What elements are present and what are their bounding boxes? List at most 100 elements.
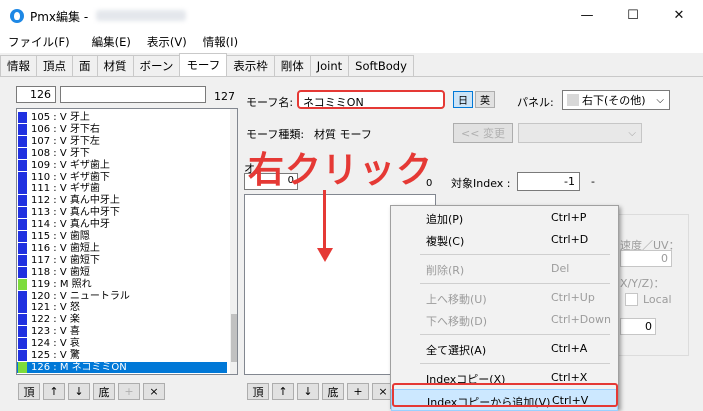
tab-rigid-body[interactable]: 剛体 bbox=[273, 55, 311, 76]
tab-morph[interactable]: モーフ bbox=[179, 53, 228, 76]
move-bottom-button[interactable]: 底 bbox=[93, 383, 115, 400]
morph-name-input[interactable]: ネコミミON bbox=[297, 90, 445, 109]
list-item-label: 108 : V 牙下 bbox=[31, 147, 90, 159]
list-item[interactable]: 115 : V 歯隠 bbox=[17, 231, 227, 242]
list-item-label: 119 : M 照れ bbox=[31, 278, 92, 290]
annotation-arrow-head bbox=[317, 248, 333, 262]
context-menu-item[interactable]: 全て選択(A) Ctrl+A bbox=[391, 338, 618, 360]
morph-type-swatch bbox=[18, 112, 27, 123]
context-menu-item[interactable]: 削除(R) Del bbox=[391, 258, 618, 280]
list-item-label: 116 : V 歯短上 bbox=[31, 242, 100, 254]
menu-item-shortcut: Del bbox=[551, 262, 570, 275]
panel-label: パネル: bbox=[517, 96, 554, 109]
list-item[interactable]: 114 : V 真ん中牙 bbox=[17, 219, 227, 231]
tab-softbody[interactable]: SoftBody bbox=[348, 55, 414, 76]
list-item-label: 122 : V 楽 bbox=[31, 314, 80, 326]
list-item-label: 110 : V ギザ歯下 bbox=[31, 171, 110, 183]
menu-item-label: 削除(R) bbox=[426, 264, 465, 277]
list-item[interactable]: 122 : V 楽 bbox=[17, 314, 227, 326]
move-up-button[interactable]: ↑ bbox=[43, 383, 65, 400]
context-menu-item[interactable]: 上へ移動(U) Ctrl+Up bbox=[391, 287, 618, 309]
context-menu-item[interactable]: 下へ移動(D) Ctrl+Down bbox=[391, 309, 618, 331]
list-item-label: 118 : V 歯短 bbox=[31, 266, 90, 278]
offset-move-up-button[interactable]: ↑ bbox=[272, 383, 294, 400]
add-button[interactable]: + bbox=[118, 383, 140, 400]
index-field[interactable]: 126 bbox=[16, 86, 56, 103]
context-menu-item[interactable]: 複製(C) Ctrl+D bbox=[391, 229, 618, 251]
list-item[interactable]: 121 : V 怒 bbox=[17, 302, 227, 314]
menu-separator bbox=[420, 283, 610, 284]
list-item[interactable]: 120 : V ニュートラル bbox=[17, 290, 227, 302]
list-item[interactable]: 125 : V 驚 bbox=[17, 350, 227, 361]
move-down-button[interactable]: ↓ bbox=[68, 383, 90, 400]
list-item[interactable]: 110 : V ギザ歯下 bbox=[17, 171, 227, 183]
list-item[interactable]: 124 : V 哀 bbox=[17, 338, 227, 350]
list-item-label: 113 : V 真ん中牙下 bbox=[31, 207, 120, 219]
panel-swatch bbox=[567, 94, 579, 106]
tab-material[interactable]: 材質 bbox=[96, 55, 134, 76]
morph-count: 127 bbox=[214, 90, 235, 103]
morph-type-swatch bbox=[18, 338, 27, 350]
list-item[interactable]: 117 : V 歯短下 bbox=[17, 254, 227, 266]
morph-type-swatch bbox=[18, 147, 27, 159]
morph-type-swatch bbox=[18, 171, 27, 183]
minimize-button[interactable]: — bbox=[564, 0, 610, 31]
list-item-label: 125 : V 驚 bbox=[31, 350, 80, 361]
menu-edit[interactable]: 編集(E) bbox=[84, 34, 139, 50]
list-scrollbar[interactable] bbox=[230, 109, 237, 374]
panel-select[interactable]: 右下(その他) ⌵ bbox=[562, 90, 670, 110]
tab-bone[interactable]: ボーン bbox=[132, 55, 181, 76]
menu-bar: ファイル(F) 編集(E) 表示(V) 情報(I) bbox=[0, 31, 703, 53]
delete-button[interactable]: × bbox=[143, 383, 165, 400]
tab-face[interactable]: 面 bbox=[72, 55, 98, 76]
change-select[interactable]: ⌵ bbox=[518, 123, 642, 143]
list-item[interactable]: 105 : V 牙上 bbox=[17, 112, 227, 123]
panel-value: 右下(その他) bbox=[582, 94, 646, 107]
scrollbar-thumb[interactable] bbox=[231, 314, 237, 362]
list-item-label: 117 : V 歯短下 bbox=[31, 254, 100, 266]
list-item[interactable]: 126 : M ネコミミON bbox=[17, 361, 227, 373]
lang-jp-button[interactable]: 日 bbox=[453, 91, 473, 108]
tab-joint[interactable]: Joint bbox=[309, 55, 350, 76]
list-item[interactable]: 109 : V ギザ歯上 bbox=[17, 159, 227, 171]
list-item[interactable]: 111 : V ギザ歯 bbox=[17, 183, 227, 195]
lang-en-button[interactable]: 英 bbox=[475, 91, 495, 108]
list-item-label: 111 : V ギザ歯 bbox=[31, 183, 100, 195]
list-item[interactable]: 106 : V 牙下右 bbox=[17, 123, 227, 135]
tab-display-frame[interactable]: 表示枠 bbox=[226, 55, 275, 76]
tab-vertex[interactable]: 頂点 bbox=[36, 55, 73, 76]
target-index-field[interactable]: -1 bbox=[517, 172, 580, 191]
list-item[interactable]: 118 : V 歯短 bbox=[17, 266, 227, 278]
list-item[interactable]: 116 : V 歯短上 bbox=[17, 242, 227, 254]
morph-name-label: モーフ名: bbox=[246, 96, 294, 109]
change-button[interactable]: << 変更 bbox=[453, 123, 513, 143]
list-item[interactable]: 108 : V 牙下 bbox=[17, 147, 227, 159]
context-menu-item[interactable]: 追加(P) Ctrl+P bbox=[391, 207, 618, 229]
offset-add-button[interactable]: + bbox=[347, 383, 369, 400]
morph-list[interactable]: 105 : V 牙上 106 : V 牙下右 107 : V 牙下左 108 : V … bbox=[16, 108, 238, 375]
maximize-button[interactable]: ☐ bbox=[610, 0, 656, 31]
close-button[interactable]: ✕ bbox=[656, 0, 702, 31]
move-top-button[interactable]: 頂 bbox=[18, 383, 40, 400]
menu-info[interactable]: 情報(I) bbox=[195, 34, 246, 50]
offset-move-top-button[interactable]: 頂 bbox=[247, 383, 269, 400]
search-field[interactable] bbox=[60, 86, 206, 103]
list-item[interactable]: 107 : V 牙下左 bbox=[17, 135, 227, 147]
tab-info[interactable]: 情報 bbox=[0, 55, 37, 76]
local-checkbox[interactable] bbox=[625, 293, 638, 306]
offset-move-down-button[interactable]: ↓ bbox=[297, 383, 319, 400]
menu-file[interactable]: ファイル(F) bbox=[0, 34, 78, 50]
menu-separator bbox=[420, 363, 610, 364]
title-redacted bbox=[96, 10, 186, 21]
list-item[interactable]: 119 : M 照れ bbox=[17, 278, 227, 290]
menu-item-label: 追加(P) bbox=[426, 213, 464, 226]
bottom-value-field[interactable]: 0 bbox=[620, 318, 656, 335]
app-icon bbox=[10, 9, 24, 23]
list-item[interactable]: 113 : V 真ん中牙下 bbox=[17, 207, 227, 219]
speed-field[interactable]: 0 bbox=[620, 250, 672, 267]
list-item[interactable]: 123 : V 喜 bbox=[17, 326, 227, 338]
morph-type-swatch bbox=[18, 290, 27, 302]
offset-move-bottom-button[interactable]: 底 bbox=[322, 383, 344, 400]
menu-view[interactable]: 表示(V) bbox=[139, 34, 195, 50]
list-item[interactable]: 112 : V 真ん中牙上 bbox=[17, 195, 227, 207]
